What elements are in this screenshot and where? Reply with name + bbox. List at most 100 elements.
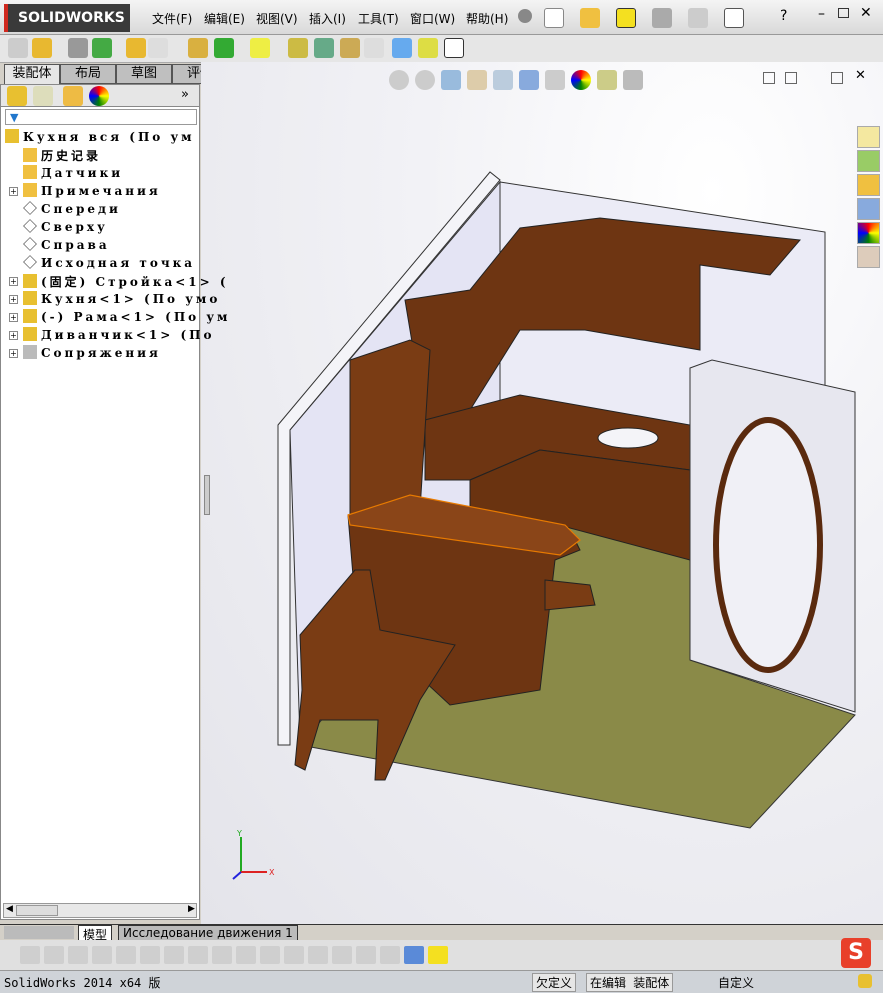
mirror-icon[interactable]: [188, 946, 208, 964]
menu-tools[interactable]: 工具(T): [358, 10, 399, 27]
filter-box[interactable]: ▼: [5, 109, 197, 125]
rebuild-icon[interactable]: [858, 974, 872, 988]
restore-button[interactable]: [838, 8, 849, 18]
point-icon[interactable]: [20, 946, 40, 964]
rebuild-warning-icon[interactable]: [616, 8, 636, 28]
taskpane-file-explorer-icon[interactable]: [857, 174, 880, 196]
tree-item[interactable]: Сверху: [9, 219, 108, 237]
solidworks-logo[interactable]: SOLIDWORKS: [4, 4, 130, 32]
tab-motion-study[interactable]: Исследование движения 1: [118, 925, 298, 941]
taskpane-view-palette-icon[interactable]: [857, 198, 880, 220]
panel-collapse-handle[interactable]: [204, 475, 210, 515]
insert-component-icon[interactable]: [8, 38, 28, 58]
tree-item[interactable]: Справа: [9, 237, 110, 255]
units-selector[interactable]: 自定义: [718, 974, 754, 991]
circle-icon[interactable]: [44, 946, 64, 964]
print-icon[interactable]: [652, 8, 672, 28]
polygon-icon[interactable]: [92, 946, 112, 964]
menu-help[interactable]: 帮助(H): [466, 10, 508, 27]
new-document-icon[interactable]: [544, 8, 564, 28]
tree-item[interactable]: Датчики: [9, 165, 123, 183]
grid-icon[interactable]: [284, 946, 304, 964]
horizontal-scrollbar[interactable]: ◀ ▶: [3, 903, 197, 918]
exploded-view-icon[interactable]: [340, 38, 360, 58]
tree-root[interactable]: Кухня вся (По ум: [5, 129, 195, 147]
menu-file[interactable]: 文件(F): [152, 10, 192, 27]
tab-sketch[interactable]: 草图: [116, 64, 172, 84]
kitchen-model[interactable]: [201, 62, 883, 924]
interference-icon[interactable]: [392, 38, 412, 58]
tab-layout[interactable]: 布局: [60, 64, 116, 84]
tab-assembly[interactable]: 装配体: [4, 64, 60, 84]
tree-item[interactable]: Исходная точка: [9, 255, 195, 273]
configuration-manager-tab-icon[interactable]: [63, 86, 83, 106]
convert-icon[interactable]: [140, 946, 160, 964]
feature-manager-tab-icon[interactable]: [7, 86, 27, 106]
tree-item-label: Сверху: [41, 220, 108, 234]
scroll-thumb[interactable]: [16, 905, 58, 916]
mate-icon[interactable]: [68, 38, 88, 58]
tree-item[interactable]: + (固定) Стройка<1> (: [9, 273, 229, 291]
assembly-features-icon[interactable]: [214, 38, 234, 58]
graphics-area[interactable]: ✕ Y X: [201, 62, 883, 924]
warning-icon[interactable]: [428, 946, 448, 964]
display-manager-tab-icon[interactable]: [89, 86, 109, 106]
expand-icon[interactable]: +: [9, 331, 18, 340]
tree-item[interactable]: + Сопряжения: [9, 345, 161, 363]
minimize-button[interactable]: –: [818, 6, 825, 22]
centerline-icon[interactable]: [236, 946, 256, 964]
angle-icon[interactable]: [308, 946, 328, 964]
tree-item[interactable]: + Примечания: [9, 183, 161, 201]
scroll-left-icon[interactable]: ◀: [6, 904, 13, 914]
tree-item[interactable]: + Диванчик<1> (По: [9, 327, 214, 345]
move-component-icon[interactable]: [148, 38, 168, 58]
taskpane-appearances-icon[interactable]: [857, 222, 880, 244]
expand-icon[interactable]: +: [9, 295, 18, 304]
expand-icon[interactable]: +: [9, 277, 18, 286]
new-motion-study-icon[interactable]: [288, 38, 308, 58]
frame-icon[interactable]: [332, 946, 352, 964]
input-method-icon[interactable]: S: [841, 938, 871, 968]
new-part-icon[interactable]: [32, 38, 52, 58]
expand-icon[interactable]: +: [9, 349, 18, 358]
clearance-icon[interactable]: [418, 38, 438, 58]
table-icon[interactable]: [356, 946, 376, 964]
open-icon[interactable]: [580, 8, 600, 28]
tree-item[interactable]: + (-) Рама<1> (По ум: [9, 309, 230, 327]
tab-scroll-arrows[interactable]: [4, 926, 74, 939]
normal-to-icon[interactable]: [380, 946, 400, 964]
tree-item[interactable]: 历史记录: [9, 147, 101, 165]
tree-item[interactable]: + Кухня<1> (По умо: [9, 291, 220, 309]
smart-dimension-icon[interactable]: [260, 946, 280, 964]
linear-pattern-icon[interactable]: [92, 38, 112, 58]
taskpane-custom-properties-icon[interactable]: [857, 246, 880, 268]
display-cube-icon[interactable]: [404, 946, 424, 964]
tree-item[interactable]: Спереди: [9, 201, 121, 219]
pin-icon[interactable]: [518, 9, 532, 23]
select-cursor-icon[interactable]: [724, 8, 744, 28]
undo-icon[interactable]: [688, 8, 708, 28]
menu-insert[interactable]: 插入(I): [309, 10, 346, 27]
menu-view[interactable]: 视图(V): [256, 10, 298, 27]
reference-geometry-icon[interactable]: [250, 38, 270, 58]
corner-icon[interactable]: [212, 946, 232, 964]
line-icon[interactable]: [68, 946, 88, 964]
menu-edit[interactable]: 编辑(E): [204, 10, 245, 27]
help-icon[interactable]: ?: [780, 8, 787, 24]
property-manager-tab-icon[interactable]: [33, 86, 53, 106]
instant3d-icon[interactable]: [444, 38, 464, 58]
expand-icon[interactable]: +: [9, 313, 18, 322]
taskpane-home-icon[interactable]: [857, 126, 880, 148]
explode-line-icon[interactable]: [364, 38, 384, 58]
scroll-right-icon[interactable]: ▶: [188, 904, 195, 914]
smart-fasteners-icon[interactable]: [126, 38, 146, 58]
offset-icon[interactable]: [164, 946, 184, 964]
menu-window[interactable]: 窗口(W): [410, 10, 455, 27]
expand-icon[interactable]: +: [9, 187, 18, 196]
trim-icon[interactable]: [116, 946, 136, 964]
taskpane-design-library-icon[interactable]: [857, 150, 880, 172]
close-button[interactable]: ✕: [860, 5, 872, 21]
bill-of-materials-icon[interactable]: [314, 38, 334, 58]
show-hidden-icon[interactable]: [188, 38, 208, 58]
expand-panel-icon[interactable]: »: [181, 87, 189, 102]
